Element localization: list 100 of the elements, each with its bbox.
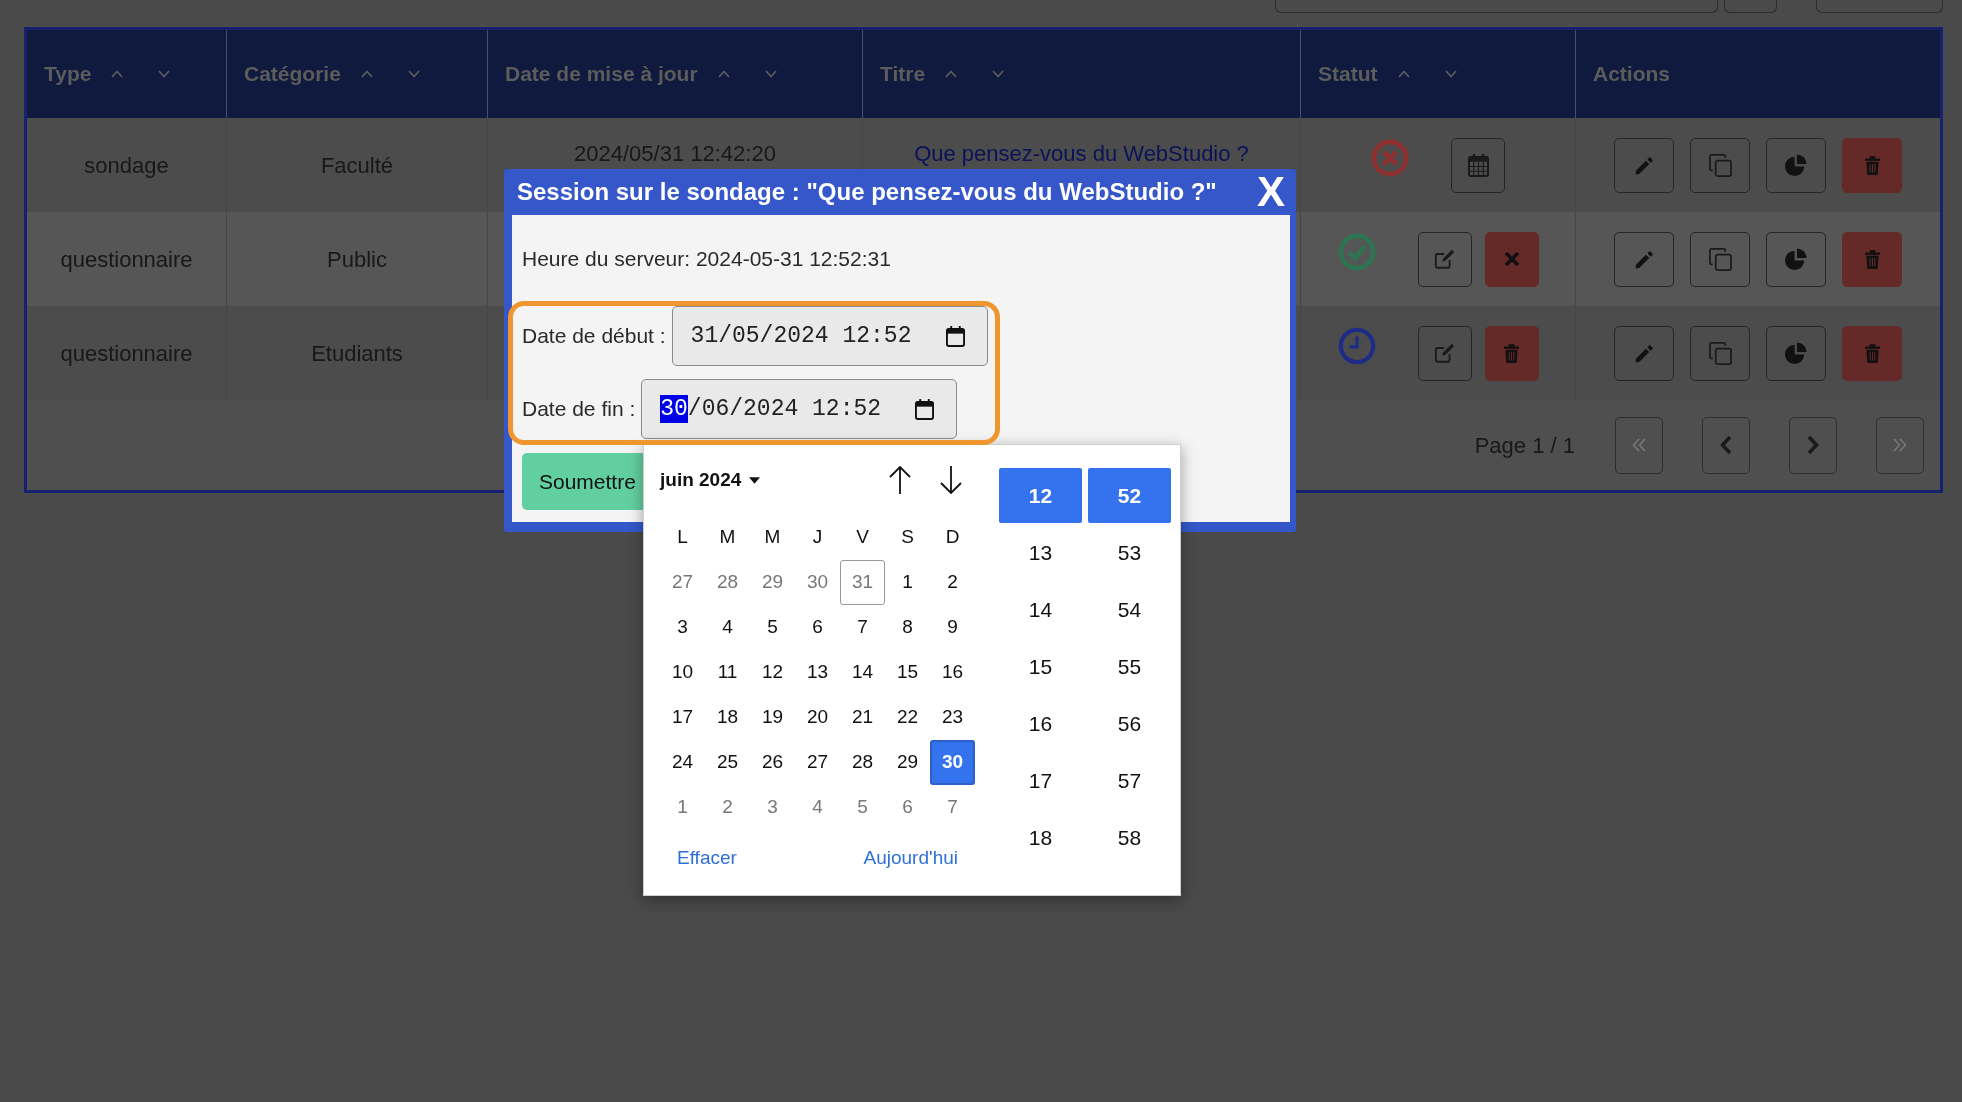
chevron-up-icon[interactable] xyxy=(360,70,373,78)
calendar-day[interactable]: 15 xyxy=(885,650,930,695)
chevron-down-icon[interactable] xyxy=(764,70,777,78)
calendar-day[interactable]: 27 xyxy=(660,560,705,605)
next-page-button[interactable] xyxy=(1789,416,1837,474)
delete-button[interactable] xyxy=(1484,325,1539,381)
calendar-day[interactable]: 3 xyxy=(660,605,705,650)
first-page-button[interactable] xyxy=(1615,416,1663,474)
edit-button[interactable] xyxy=(1417,231,1472,287)
minute-option[interactable]: 53 xyxy=(1088,525,1171,580)
calendar-day[interactable]: 7 xyxy=(840,605,885,650)
calendar-day[interactable]: 5 xyxy=(750,605,795,650)
clear-link[interactable]: Effacer xyxy=(677,843,737,873)
calendar-day[interactable]: 9 xyxy=(930,605,975,650)
calendar-day[interactable]: 30 xyxy=(930,740,975,785)
delete-button[interactable] xyxy=(1842,231,1902,287)
hour-option[interactable]: 18 xyxy=(999,810,1082,865)
calendar-day[interactable]: 10 xyxy=(660,650,705,695)
copy-button[interactable] xyxy=(1690,325,1750,381)
toolbar-button[interactable] xyxy=(1816,0,1943,13)
calendar-day[interactable]: 2 xyxy=(930,560,975,605)
minute-option[interactable]: 58 xyxy=(1088,810,1171,865)
calendar-day[interactable]: 29 xyxy=(885,740,930,785)
calendar-day[interactable]: 29 xyxy=(750,560,795,605)
calendar-day[interactable]: 23 xyxy=(930,695,975,740)
edit-button[interactable] xyxy=(1614,231,1674,287)
previous-page-button[interactable] xyxy=(1702,416,1750,474)
chevron-down-icon[interactable] xyxy=(407,70,420,78)
calendar-day[interactable]: 4 xyxy=(795,785,840,830)
calendar-button[interactable] xyxy=(1451,137,1505,193)
chart-button[interactable] xyxy=(1766,325,1826,381)
calendar-day[interactable]: 24 xyxy=(660,740,705,785)
chevron-up-icon[interactable] xyxy=(945,70,958,78)
calendar-day[interactable]: 4 xyxy=(705,605,750,650)
calendar-day[interactable]: 6 xyxy=(885,785,930,830)
calendar-day[interactable]: 27 xyxy=(795,740,840,785)
calendar-icon[interactable] xyxy=(915,398,935,420)
chevron-down-icon[interactable] xyxy=(1444,70,1457,78)
minute-option[interactable]: 54 xyxy=(1088,582,1171,637)
date-time-field[interactable]: 30/06/2024 12:52 xyxy=(641,379,958,439)
chevron-up-icon[interactable] xyxy=(111,70,124,78)
copy-button[interactable] xyxy=(1690,137,1750,193)
chevron-up-icon[interactable] xyxy=(717,70,730,78)
hour-option[interactable]: 12 xyxy=(999,468,1082,523)
chevron-down-icon[interactable] xyxy=(158,70,171,78)
hour-option[interactable]: 16 xyxy=(999,696,1082,751)
month-select[interactable]: juin 2024 xyxy=(660,465,761,495)
calendar-day[interactable]: 3 xyxy=(750,785,795,830)
hour-option[interactable]: 13 xyxy=(999,525,1082,580)
hour-option[interactable]: 15 xyxy=(999,639,1082,694)
calendar-day[interactable]: 19 xyxy=(750,695,795,740)
calendar-day[interactable]: 1 xyxy=(885,560,930,605)
calendar-day[interactable]: 12 xyxy=(750,650,795,695)
toolbar-button[interactable] xyxy=(1724,0,1777,13)
arrow-down-icon[interactable] xyxy=(939,465,963,495)
calendar-day[interactable]: 16 xyxy=(930,650,975,695)
hour-option[interactable]: 14 xyxy=(999,582,1082,637)
calendar-day[interactable]: 20 xyxy=(795,695,840,740)
calendar-day[interactable]: 8 xyxy=(885,605,930,650)
submit-button[interactable]: Soumettre xyxy=(522,453,643,510)
calendar-day[interactable]: 22 xyxy=(885,695,930,740)
minute-option[interactable]: 57 xyxy=(1088,753,1171,808)
today-link[interactable]: Aujourd'hui xyxy=(863,843,958,873)
minute-option[interactable]: 55 xyxy=(1088,639,1171,694)
input-field[interactable] xyxy=(1275,0,1718,13)
calendar-day[interactable]: 28 xyxy=(705,560,750,605)
calendar-day[interactable]: 30 xyxy=(795,560,840,605)
delete-button[interactable] xyxy=(1842,325,1902,381)
calendar-day[interactable]: 5 xyxy=(840,785,885,830)
copy-button[interactable] xyxy=(1690,231,1750,287)
minute-option[interactable]: 52 xyxy=(1088,468,1171,523)
calendar-day[interactable]: 13 xyxy=(795,650,840,695)
last-page-button[interactable] xyxy=(1876,416,1924,474)
edit-button[interactable] xyxy=(1417,325,1472,381)
calendar-day[interactable]: 7 xyxy=(930,785,975,830)
calendar-day[interactable]: 31 xyxy=(840,560,885,605)
hour-option[interactable]: 17 xyxy=(999,753,1082,808)
calendar-day[interactable]: 18 xyxy=(705,695,750,740)
calendar-day[interactable]: 1 xyxy=(660,785,705,830)
calendar-day[interactable]: 6 xyxy=(795,605,840,650)
edit-button[interactable] xyxy=(1614,325,1674,381)
calendar-day[interactable]: 17 xyxy=(660,695,705,740)
chevron-up-icon[interactable] xyxy=(1397,70,1410,78)
chevron-down-icon[interactable] xyxy=(992,70,1005,78)
calendar-day[interactable]: 11 xyxy=(705,650,750,695)
calendar-day[interactable]: 14 xyxy=(840,650,885,695)
calendar-day[interactable]: 28 xyxy=(840,740,885,785)
cancel-button[interactable] xyxy=(1484,231,1539,287)
calendar-day[interactable]: 25 xyxy=(705,740,750,785)
close-button[interactable]: X xyxy=(1257,171,1285,213)
date-time-field[interactable]: 31/05/2024 12:52 xyxy=(671,306,988,366)
edit-button[interactable] xyxy=(1614,137,1674,193)
minute-option[interactable]: 56 xyxy=(1088,696,1171,751)
calendar-day[interactable]: 26 xyxy=(750,740,795,785)
chart-button[interactable] xyxy=(1766,137,1826,193)
chart-button[interactable] xyxy=(1766,231,1826,287)
calendar-day[interactable]: 21 xyxy=(840,695,885,740)
delete-button[interactable] xyxy=(1842,137,1902,193)
arrow-up-icon[interactable] xyxy=(888,465,912,495)
calendar-day[interactable]: 2 xyxy=(705,785,750,830)
